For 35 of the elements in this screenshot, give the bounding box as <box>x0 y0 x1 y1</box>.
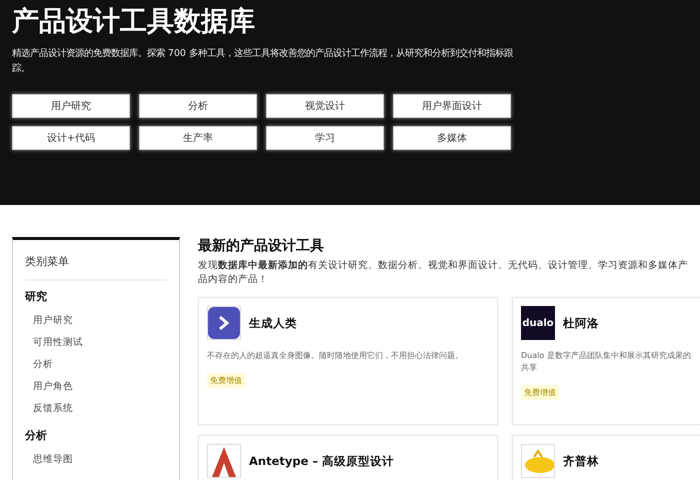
category-button[interactable]: 分析 <box>139 94 257 118</box>
tool-logo <box>207 306 241 340</box>
sidebar-link[interactable]: 反馈系统 <box>25 398 167 420</box>
category-button[interactable]: 生产率 <box>139 126 257 150</box>
sidebar-title: 类别菜单 <box>25 254 70 269</box>
category-button[interactable]: 设计+代码 <box>12 126 130 150</box>
tool-name: Antetype – 高级原型设计 <box>249 454 394 468</box>
tool-name: 齐普林 <box>563 454 599 468</box>
sidebar-group-heading: 分析 <box>25 428 48 443</box>
tool-name: 杜阿洛 <box>563 316 599 330</box>
tool-name: 生成人类 <box>249 316 297 330</box>
category-button[interactable]: 学习 <box>266 126 384 150</box>
sidebar-link[interactable]: 用户研究 <box>25 310 167 332</box>
pricing-tag: 免费增值 <box>521 385 559 400</box>
tool-description: Dualo 是数字产品团队集中和展示其研究成果的共享 <box>521 350 692 374</box>
tool-card[interactable]: 生成人类 不存在的人的超逼真全身图像。随时随地使用它们，不用担心法律问题。 免费增值 <box>198 297 498 425</box>
tool-description: 不存在的人的超逼真全身图像。随时随地使用它们，不用担心法律问题。 <box>207 350 464 362</box>
page-title: 产品设计工具数据库 <box>12 5 256 39</box>
sidebar-link[interactable]: 用户角色 <box>25 376 167 398</box>
category-button[interactable]: 用户界面设计 <box>393 94 511 118</box>
category-button[interactable]: 多媒体 <box>393 126 511 150</box>
tool-card[interactable]: dualo 杜阿洛 Dualo 是数字产品团队集中和展示其研究成果的共享 免费增值 <box>512 297 700 425</box>
category-button[interactable]: 视觉设计 <box>266 94 384 118</box>
tool-logo: dualo <box>521 306 555 340</box>
page-description: 精选产品设计资源的免费数据库。探索 700 多种工具，这些工具将改善您的产品设计工作流程，从研究和分析到交付和指标跟踪。 <box>12 47 514 76</box>
tool-card[interactable]: 齐普林 <box>512 435 700 480</box>
sidebar-link[interactable]: 分析 <box>25 354 167 376</box>
section-title: 最新的产品设计工具 <box>198 237 325 255</box>
sidebar-link[interactable]: 思维导图 <box>25 449 167 471</box>
sidebar-group-heading: 研究 <box>25 289 48 304</box>
category-button[interactable]: 用户研究 <box>12 94 130 118</box>
section-intro: 发现数据库中最新添加的有关设计研究、数据分析、视觉和界面设计、无代码、设计管理、学习资源和多媒体产品内容的产品！ <box>198 259 688 287</box>
sidebar-link[interactable]: 可用性测试 <box>25 332 167 354</box>
tool-card[interactable]: Antetype – 高级原型设计 <box>198 435 498 480</box>
pricing-tag: 免费增值 <box>207 373 245 388</box>
